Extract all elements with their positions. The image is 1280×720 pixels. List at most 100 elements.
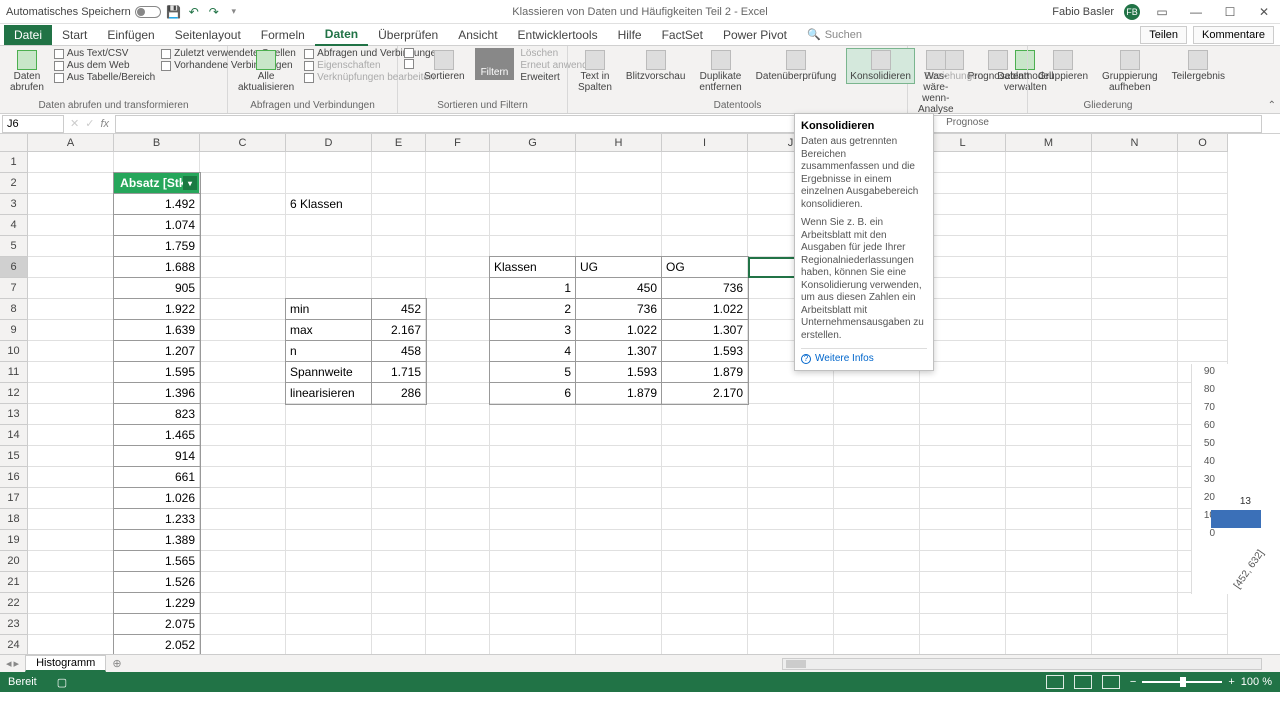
cell[interactable] bbox=[28, 446, 114, 467]
cell[interactable] bbox=[1178, 278, 1228, 299]
cell[interactable]: 905 bbox=[114, 278, 200, 299]
cell[interactable] bbox=[490, 635, 576, 654]
cell[interactable] bbox=[200, 551, 286, 572]
cell[interactable]: 1.879 bbox=[576, 383, 662, 404]
column-header[interactable]: E bbox=[372, 134, 426, 152]
cell[interactable] bbox=[372, 593, 426, 614]
cell[interactable]: 6 bbox=[490, 383, 576, 404]
cell[interactable] bbox=[834, 593, 920, 614]
cell[interactable] bbox=[1092, 404, 1178, 425]
cell[interactable]: OG bbox=[662, 257, 748, 278]
cell[interactable] bbox=[1178, 152, 1228, 173]
cell[interactable] bbox=[200, 257, 286, 278]
cell[interactable] bbox=[372, 425, 426, 446]
autosave-toggle[interactable]: Automatisches Speichern bbox=[6, 6, 161, 18]
cell[interactable]: 736 bbox=[662, 278, 748, 299]
cell[interactable] bbox=[426, 278, 490, 299]
cell[interactable] bbox=[662, 488, 748, 509]
zoom-in-icon[interactable]: + bbox=[1228, 676, 1234, 688]
from-text-csv[interactable]: Aus Text/CSV bbox=[54, 48, 155, 59]
cell[interactable] bbox=[426, 425, 490, 446]
cell[interactable]: 2.052 bbox=[114, 635, 200, 654]
cell[interactable] bbox=[748, 572, 834, 593]
cell[interactable] bbox=[1006, 572, 1092, 593]
cell[interactable] bbox=[834, 509, 920, 530]
column-header[interactable]: H bbox=[576, 134, 662, 152]
cell[interactable] bbox=[1006, 278, 1092, 299]
cell[interactable] bbox=[28, 362, 114, 383]
cell[interactable] bbox=[372, 278, 426, 299]
cell[interactable] bbox=[28, 593, 114, 614]
cell[interactable] bbox=[1178, 194, 1228, 215]
cell[interactable] bbox=[372, 488, 426, 509]
save-icon[interactable]: 💾 bbox=[167, 5, 181, 19]
whatif-button[interactable]: Was-wäre-wenn-Analyse bbox=[914, 48, 958, 117]
cell[interactable]: n bbox=[286, 341, 372, 362]
worksheet-grid[interactable]: ABCDEFGHIJKLMNO 123456789101112131415161… bbox=[0, 134, 1280, 654]
cell[interactable] bbox=[372, 257, 426, 278]
cell[interactable] bbox=[490, 488, 576, 509]
cell[interactable] bbox=[426, 404, 490, 425]
cell[interactable] bbox=[1178, 215, 1228, 236]
user-avatar[interactable]: FB bbox=[1124, 4, 1140, 20]
column-header[interactable]: A bbox=[28, 134, 114, 152]
cell[interactable] bbox=[490, 446, 576, 467]
cell[interactable] bbox=[200, 467, 286, 488]
row-header[interactable]: 2 bbox=[0, 173, 28, 194]
cell[interactable] bbox=[426, 341, 490, 362]
cell[interactable]: 2.167 bbox=[372, 320, 426, 341]
cell[interactable] bbox=[286, 257, 372, 278]
from-table[interactable]: Aus Tabelle/Bereich bbox=[54, 72, 155, 83]
cell[interactable]: 5 bbox=[490, 362, 576, 383]
filter-dropdown-icon[interactable]: ▾ bbox=[183, 176, 197, 190]
cell[interactable] bbox=[490, 509, 576, 530]
row-header[interactable]: 17 bbox=[0, 488, 28, 509]
row-header[interactable]: 24 bbox=[0, 635, 28, 654]
cell[interactable] bbox=[662, 446, 748, 467]
cell[interactable] bbox=[834, 446, 920, 467]
cell[interactable] bbox=[1006, 551, 1092, 572]
cell[interactable] bbox=[1006, 425, 1092, 446]
cell[interactable] bbox=[748, 509, 834, 530]
cell[interactable]: 4 bbox=[490, 341, 576, 362]
cell[interactable]: Absatz [Stk.]▾ bbox=[114, 173, 200, 194]
record-macro-icon[interactable]: ▢ bbox=[57, 676, 67, 689]
cell[interactable] bbox=[1006, 236, 1092, 257]
cell[interactable]: 1.879 bbox=[662, 362, 748, 383]
column-header[interactable]: O bbox=[1178, 134, 1228, 152]
cell[interactable] bbox=[1006, 635, 1092, 654]
cell[interactable] bbox=[426, 593, 490, 614]
cell[interactable] bbox=[1092, 593, 1178, 614]
cell[interactable] bbox=[1178, 299, 1228, 320]
cell[interactable] bbox=[748, 614, 834, 635]
cell[interactable] bbox=[200, 488, 286, 509]
cell[interactable] bbox=[490, 551, 576, 572]
cell[interactable] bbox=[1178, 635, 1228, 654]
cell[interactable] bbox=[372, 614, 426, 635]
column-header[interactable]: G bbox=[490, 134, 576, 152]
cell[interactable] bbox=[286, 236, 372, 257]
cell[interactable]: 2.075 bbox=[114, 614, 200, 635]
cell[interactable] bbox=[200, 572, 286, 593]
select-all-corner[interactable] bbox=[0, 134, 28, 152]
cell[interactable] bbox=[920, 551, 1006, 572]
tab-start[interactable]: Start bbox=[52, 25, 97, 45]
cell[interactable] bbox=[1092, 257, 1178, 278]
row-header[interactable]: 12 bbox=[0, 383, 28, 404]
ribbon-mode-icon[interactable]: ▭ bbox=[1150, 5, 1174, 19]
cell[interactable] bbox=[1178, 173, 1228, 194]
cell[interactable] bbox=[748, 530, 834, 551]
row-header[interactable]: 11 bbox=[0, 362, 28, 383]
accept-formula-icon[interactable]: ✓ bbox=[85, 117, 94, 130]
cell[interactable] bbox=[1178, 257, 1228, 278]
cell[interactable] bbox=[426, 572, 490, 593]
cell[interactable] bbox=[1006, 194, 1092, 215]
cell[interactable] bbox=[286, 614, 372, 635]
row-header[interactable]: 4 bbox=[0, 215, 28, 236]
cell[interactable]: 1.639 bbox=[114, 320, 200, 341]
cell[interactable] bbox=[28, 257, 114, 278]
cell[interactable] bbox=[372, 635, 426, 654]
cell[interactable]: UG bbox=[576, 257, 662, 278]
cell[interactable] bbox=[748, 488, 834, 509]
cell[interactable] bbox=[834, 572, 920, 593]
